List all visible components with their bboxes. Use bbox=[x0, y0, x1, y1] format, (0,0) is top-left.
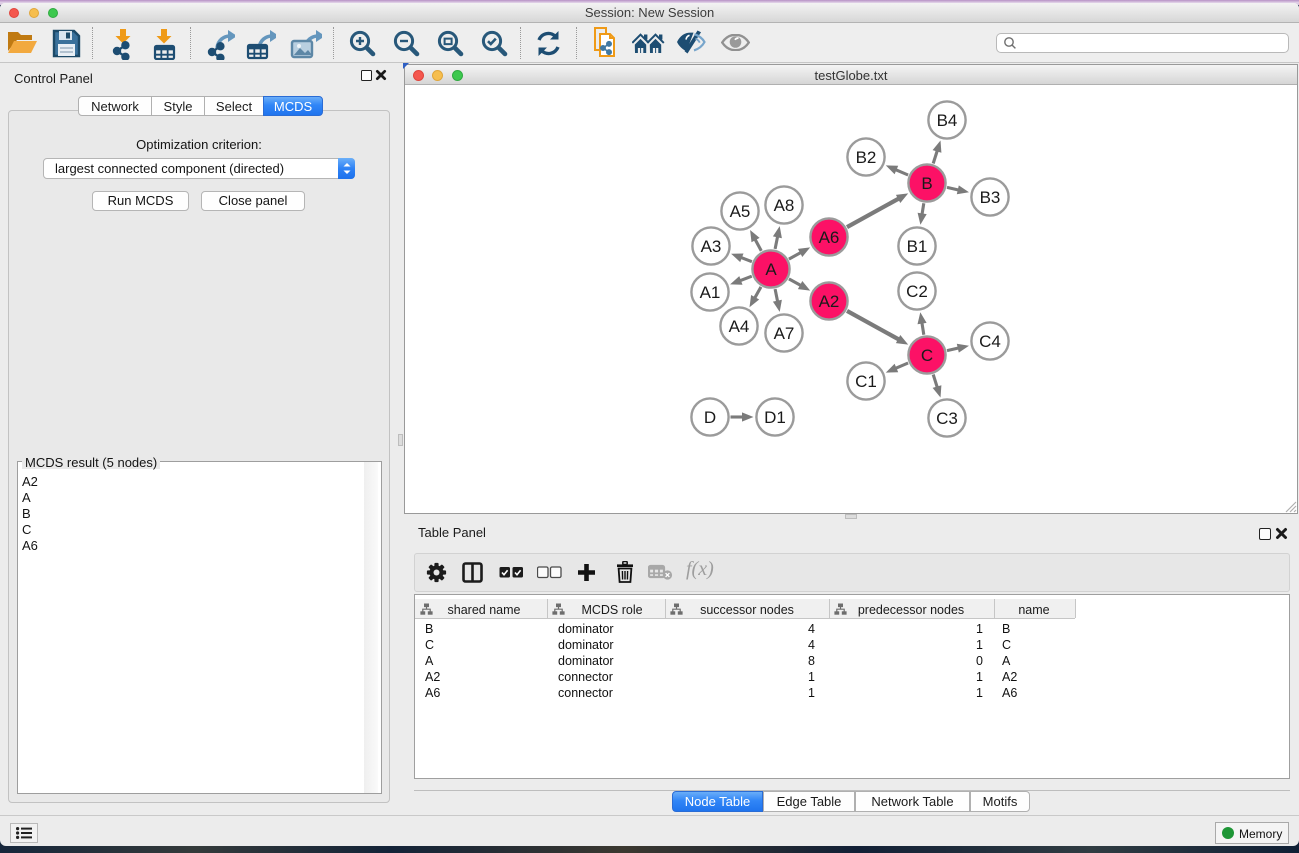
svg-text:C3: C3 bbox=[936, 409, 958, 428]
svg-text:A2: A2 bbox=[819, 292, 840, 311]
svg-text:D: D bbox=[704, 408, 716, 427]
svg-text:A6: A6 bbox=[819, 228, 840, 247]
svg-text:B3: B3 bbox=[980, 188, 1001, 207]
svg-text:A7: A7 bbox=[774, 324, 795, 343]
svg-text:C1: C1 bbox=[855, 372, 877, 391]
svg-text:C: C bbox=[921, 346, 933, 365]
svg-text:A5: A5 bbox=[730, 202, 751, 221]
svg-text:C4: C4 bbox=[979, 332, 1001, 351]
svg-text:B1: B1 bbox=[907, 237, 928, 256]
svg-text:B: B bbox=[921, 174, 932, 193]
svg-text:A8: A8 bbox=[774, 196, 795, 215]
svg-text:A4: A4 bbox=[729, 317, 750, 336]
svg-text:B4: B4 bbox=[937, 111, 958, 130]
svg-text:C2: C2 bbox=[906, 282, 928, 301]
svg-text:A1: A1 bbox=[700, 283, 721, 302]
svg-text:D1: D1 bbox=[764, 408, 786, 427]
svg-text:B2: B2 bbox=[856, 148, 877, 167]
svg-text:A3: A3 bbox=[701, 237, 722, 256]
svg-text:A: A bbox=[765, 260, 777, 279]
